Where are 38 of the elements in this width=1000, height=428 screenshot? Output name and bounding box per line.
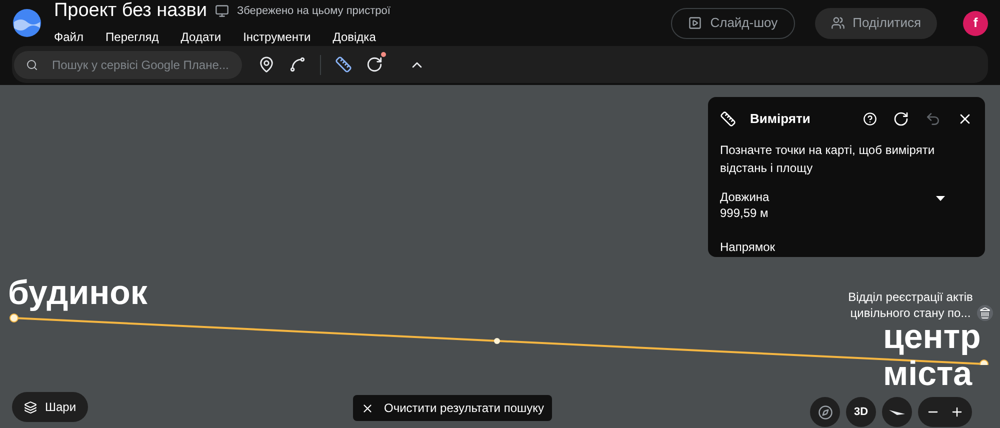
play-icon [688, 16, 702, 30]
path-icon[interactable] [289, 56, 306, 73]
place-label[interactable]: Відділ реєстрації актів цивільного стану по... [848, 289, 973, 321]
logo-icon [12, 8, 42, 38]
people-icon [830, 16, 845, 30]
compass-off-icon [818, 404, 832, 420]
menu-item[interactable]: Додати [180, 28, 222, 46]
panel-title: Виміряти [750, 110, 810, 128]
map-label: центр [883, 319, 981, 356]
undo-icon[interactable] [925, 110, 941, 127]
clear-search-button[interactable]: Очистити результати пошуку [353, 395, 552, 421]
help-icon[interactable] [863, 112, 877, 126]
dropdown-icon[interactable] [936, 196, 945, 200]
close-icon [361, 402, 374, 414]
search-icon [26, 58, 38, 70]
project-title[interactable]: Проект без назви [54, 0, 207, 22]
ruler-icon [720, 110, 736, 127]
panel-hint: Позначте точки на карті, щоб виміряти відстань і площу [720, 142, 936, 176]
layers-icon [24, 400, 37, 414]
slideshow-button[interactable]: Слайд-шоу [671, 8, 795, 38]
length-value: 999,59 м [720, 204, 770, 220]
map-label: міста [883, 356, 974, 393]
layers-button[interactable]: Шари [12, 392, 88, 422]
avatar[interactable]: f [963, 10, 988, 36]
map-label: будинок [8, 273, 148, 313]
pin-icon[interactable] [258, 56, 275, 73]
menu-item[interactable]: Файл [54, 28, 84, 46]
menu-item[interactable]: Довідка [332, 28, 376, 46]
share-button[interactable]: Поділитися [814, 8, 937, 38]
reset-icon[interactable] [893, 110, 909, 127]
menu-item[interactable]: Інструменти [243, 28, 311, 46]
ruler-icon[interactable] [335, 56, 352, 73]
zoom-in-icon[interactable] [950, 405, 964, 419]
menu-item[interactable]: Перегляд [106, 28, 159, 46]
direction-label: Напрямок [720, 238, 776, 254]
search-field[interactable]: Пошук у сервісі Google Плане... [14, 50, 242, 78]
save-status: Збережено на цьому пристрої [236, 4, 390, 19]
length-label: Довжина [720, 188, 770, 204]
